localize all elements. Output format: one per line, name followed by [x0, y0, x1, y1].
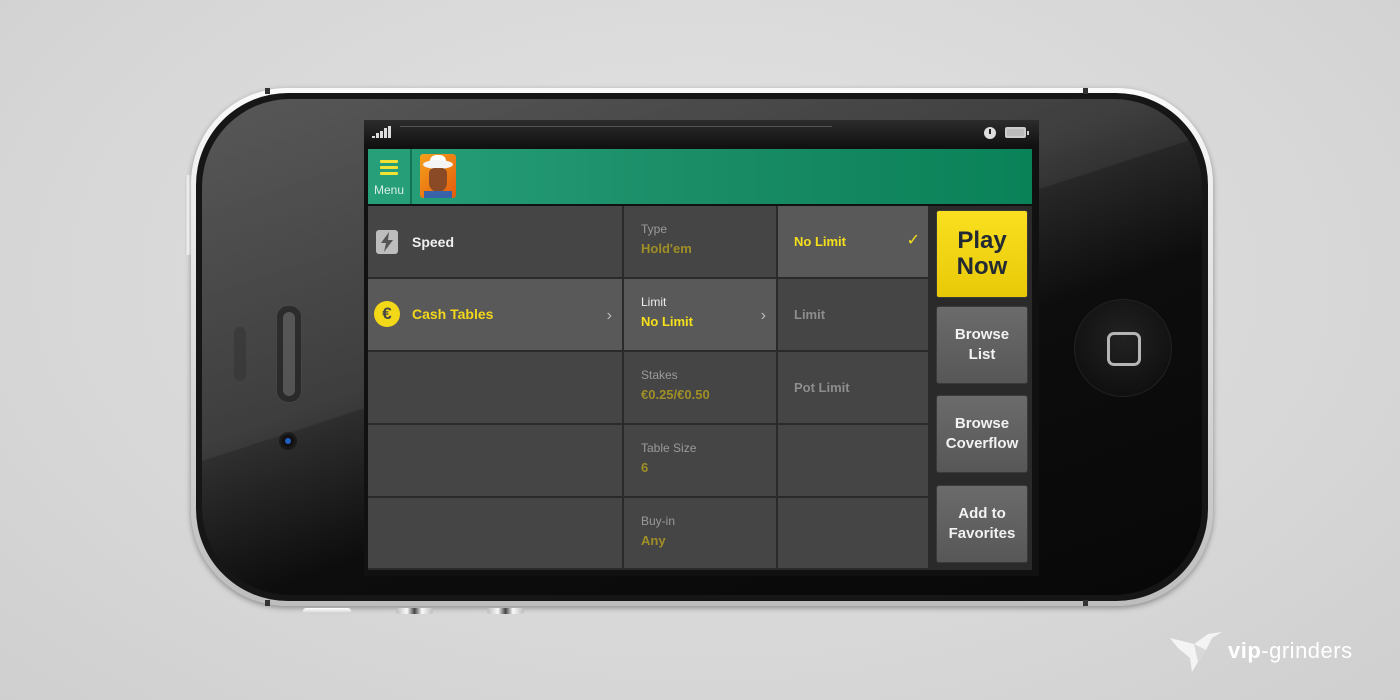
- proximity-sensor: [234, 327, 246, 381]
- lightning-icon: [376, 230, 398, 254]
- filter-label: Limit: [641, 295, 667, 309]
- earpiece-speaker: [276, 305, 302, 403]
- volume-down-button[interactable]: [487, 608, 524, 614]
- antenna-notch: [265, 600, 270, 606]
- option-label: No Limit: [794, 234, 846, 249]
- side-button[interactable]: [185, 175, 191, 255]
- browse-coverflow-button[interactable]: Browse Coverflow: [936, 395, 1028, 473]
- filter-type[interactable]: Type Hold'em: [624, 206, 778, 279]
- empty-cell: [368, 425, 624, 498]
- filter-value: Hold'em: [641, 241, 692, 256]
- clock-icon: [984, 127, 996, 139]
- option-no-limit[interactable]: No Limit ✓: [778, 206, 930, 279]
- hummingbird-logo-icon: [1170, 632, 1222, 672]
- vip-grinders-watermark: vip-grinders: [1168, 628, 1353, 674]
- filter-value: Any: [641, 533, 666, 548]
- antenna-notch: [1083, 88, 1088, 94]
- menu-button[interactable]: Menu: [368, 149, 412, 204]
- browse-list-button[interactable]: Browse List: [936, 306, 1028, 384]
- empty-cell: [368, 498, 624, 570]
- filter-stakes[interactable]: Stakes €0.25/€0.50: [624, 352, 778, 425]
- brand-bold: vip: [1228, 638, 1262, 663]
- filter-label: Buy-in: [641, 514, 676, 528]
- antenna-notch: [1083, 600, 1088, 606]
- antenna-notch: [265, 88, 270, 94]
- phone-screen: Menu Speed € Cash Tables › Type Hold'em …: [364, 120, 1039, 576]
- category-label: Cash Tables: [412, 306, 494, 322]
- app-header: Menu: [368, 149, 1032, 204]
- chevron-right-icon: ›: [606, 307, 612, 324]
- signal-bars-icon: [372, 126, 391, 138]
- empty-cell: [368, 352, 624, 425]
- filter-table-size[interactable]: Table Size 6: [624, 425, 778, 498]
- filter-label: Stakes: [641, 368, 678, 382]
- filter-value: 6: [641, 460, 649, 475]
- chevron-right-icon: ›: [760, 307, 766, 324]
- empty-cell: [778, 425, 930, 498]
- category-label: Speed: [412, 234, 455, 250]
- lobby-content: Speed € Cash Tables › Type Hold'em Limit…: [368, 206, 1032, 570]
- empty-cell: [778, 498, 930, 570]
- filter-label: Table Size: [641, 441, 697, 455]
- cowboy-avatar[interactable]: [420, 154, 456, 198]
- add-to-favorites-button[interactable]: Add to Favorites: [936, 485, 1028, 563]
- filter-value: No Limit: [641, 314, 693, 329]
- play-now-button[interactable]: Play Now: [936, 210, 1028, 298]
- home-square-icon: [1107, 332, 1141, 366]
- volume-up-button[interactable]: [396, 608, 433, 614]
- status-divider: [400, 126, 832, 127]
- front-camera: [282, 435, 294, 447]
- hamburger-icon: [380, 160, 398, 178]
- mute-switch[interactable]: [303, 608, 351, 614]
- option-pot-limit[interactable]: Pot Limit: [778, 352, 930, 425]
- category-speed[interactable]: Speed: [368, 206, 624, 279]
- battery-icon: [1005, 127, 1029, 138]
- menu-label: Menu: [373, 183, 405, 197]
- category-cash-tables[interactable]: € Cash Tables ›: [368, 279, 624, 352]
- home-button[interactable]: [1074, 299, 1172, 397]
- option-limit[interactable]: Limit: [778, 279, 930, 352]
- checkmark-icon: ✓: [906, 232, 920, 249]
- filter-buy-in[interactable]: Buy-in Any: [624, 498, 778, 570]
- option-label: Limit: [794, 307, 826, 322]
- filter-label: Type: [641, 222, 668, 236]
- option-label: Pot Limit: [794, 380, 850, 395]
- euro-coin-icon: €: [374, 301, 400, 327]
- filter-value: €0.25/€0.50: [641, 387, 710, 402]
- brand-rest: -grinders: [1261, 638, 1353, 663]
- filter-limit[interactable]: Limit No Limit ›: [624, 279, 778, 352]
- status-bar: [364, 120, 1039, 147]
